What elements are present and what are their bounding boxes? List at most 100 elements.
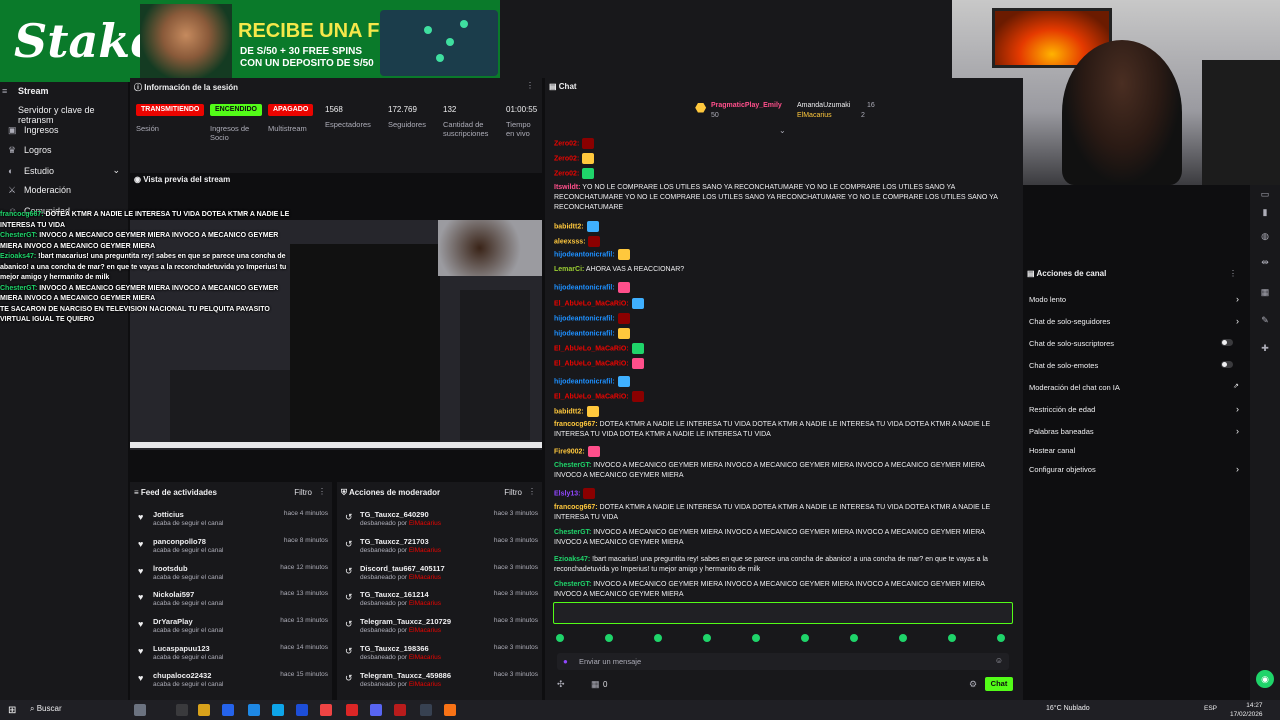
- bookmark-icon[interactable]: ▮: [1259, 207, 1271, 219]
- chat-username[interactable]: hijodeantonicrafil:: [554, 378, 615, 385]
- nav-item-income[interactable]: ▣ Ingresos: [8, 125, 59, 135]
- chat-username[interactable]: babidtt2:: [554, 408, 584, 415]
- chat-message[interactable]: El_AbUeLo_MaCaRiO:: [554, 391, 1009, 402]
- channel-action-item[interactable]: Palabras baneadas ›: [1029, 426, 1239, 436]
- chat-bubble-icon[interactable]: ◍: [1259, 231, 1271, 243]
- chat-username[interactable]: babidtt2:: [554, 223, 584, 230]
- toggle-switch[interactable]: [1221, 361, 1233, 368]
- mod-action-row[interactable]: ↺ TG_Tauxcz_721703 desbaneado por ElMacari…: [337, 537, 542, 563]
- chat-message[interactable]: ChesterGT: INVOCO A MECANICO GEYMER MIER…: [554, 528, 1009, 548]
- channel-action-item[interactable]: Chat de solo-emotes: [1029, 361, 1239, 370]
- chat-username[interactable]: Ezioaks47:: [554, 556, 590, 563]
- activity-row[interactable]: ♥ panconpollo78 acaba de seguir el canal ha…: [130, 537, 332, 563]
- chat-username[interactable]: ChesterGT:: [554, 581, 591, 588]
- mod-target-user[interactable]: TG_Tauxcz_161214: [360, 590, 429, 599]
- channel-action-item[interactable]: Restricción de edad ›: [1029, 404, 1239, 414]
- chat-username[interactable]: El_AbUeLo_MaCaRiO:: [554, 345, 629, 352]
- dock-icon-1[interactable]: ▭: [1259, 189, 1271, 201]
- nav-item-achievements[interactable]: ♛ Logros: [8, 145, 52, 155]
- wrench-icon[interactable]: ✎: [1259, 315, 1271, 327]
- mod-action-row[interactable]: ↺ Telegram_Tauxcz_210729 desbaneado por El…: [337, 617, 542, 643]
- leader-3-name[interactable]: ElMacarius: [797, 112, 832, 119]
- chat-message[interactable]: ChesterGT: INVOCO A MECANICO GEYMER MIER…: [554, 461, 1009, 481]
- activity-row[interactable]: ♥ Nickolai597 acaba de seguir el canal hace…: [130, 590, 332, 616]
- chat-message[interactable]: Itswildt: YO NO LE COMPRARE LOS UTILES S…: [554, 183, 1009, 213]
- mod-action-by[interactable]: ElMacarius: [409, 600, 441, 607]
- chat-message[interactable]: Ezioaks47: !bart macarius! una preguntit…: [554, 555, 1009, 575]
- chat-username[interactable]: Fire9002:: [554, 448, 585, 455]
- windows-start-icon[interactable]: ⊞: [8, 705, 16, 716]
- more-options-icon[interactable]: ⋮: [318, 487, 326, 496]
- emote-shortcut[interactable]: [556, 634, 564, 642]
- chat-message[interactable]: hijodeantonicrafil:: [554, 282, 1009, 293]
- emote-shortcut[interactable]: [899, 634, 907, 642]
- mod-action-row[interactable]: ↺ TG_Tauxcz_198366 desbaneado por ElMacari…: [337, 644, 542, 670]
- emote-shortcut[interactable]: [801, 634, 809, 642]
- emote-shortcut[interactable]: [654, 634, 662, 642]
- stake-ad-banner[interactable]: Stake RECIBE UNA FREEBET DE S/50 + 30 FR…: [0, 0, 500, 82]
- emote-shortcut[interactable]: [703, 634, 711, 642]
- activity-user[interactable]: Lucaspapuu123: [153, 644, 210, 653]
- chat-username[interactable]: aleexsss:: [554, 238, 586, 245]
- mod-action-by[interactable]: ElMacarius: [409, 520, 441, 527]
- help-chat-icon[interactable]: ◉: [1256, 670, 1274, 688]
- channel-action-item[interactable]: Moderación del chat con IA ⇗: [1029, 383, 1239, 392]
- taskbar-app-mail[interactable]: [296, 704, 308, 716]
- chat-message[interactable]: francocg667: DOTEA KTMR A NADIE LE INTER…: [554, 503, 1009, 523]
- chat-username[interactable]: hijodeantonicrafil:: [554, 330, 615, 337]
- nav-item-studio[interactable]: ◐ Estudio ⌄: [8, 165, 120, 176]
- mod-target-user[interactable]: Discord_tau667_405117: [360, 564, 445, 573]
- chat-message[interactable]: Fire9002:: [554, 446, 1009, 457]
- chat-username[interactable]: francocg667:: [554, 421, 598, 428]
- emote-shortcut[interactable]: [605, 634, 613, 642]
- emote-shortcut[interactable]: [997, 634, 1005, 642]
- mod-target-user[interactable]: TG_Tauxcz_640290: [360, 510, 429, 519]
- mod-action-row[interactable]: ↺ TG_Tauxcz_161214 desbaneado por ElMacari…: [337, 590, 542, 616]
- taskbar-app-widget[interactable]: [134, 704, 146, 716]
- channel-action-item[interactable]: Configurar objetivos ›: [1029, 464, 1239, 474]
- chat-message[interactable]: ChesterGT: INVOCO A MECANICO GEYMER MIER…: [554, 580, 1009, 600]
- settings-gear-icon[interactable]: ⚙: [969, 679, 977, 690]
- activity-filter-button[interactable]: Filtro: [294, 488, 312, 497]
- channel-action-item[interactable]: Modo lento ›: [1029, 294, 1239, 304]
- taskbar-app-obs[interactable]: [420, 704, 432, 716]
- chat-message[interactable]: aleexsss:: [554, 236, 1009, 247]
- mod-action-by[interactable]: ElMacarius: [409, 654, 441, 661]
- chat-message[interactable]: Zero02:: [554, 168, 1009, 179]
- activity-row[interactable]: ♥ DrYaraPlay acaba de seguir el canal hace …: [130, 617, 332, 643]
- smiley-icon[interactable]: ☺: [995, 656, 1003, 665]
- more-options-icon[interactable]: ⋮: [526, 81, 534, 90]
- activity-user[interactable]: Nickolai597: [153, 590, 194, 599]
- mod-action-by[interactable]: ElMacarius: [409, 574, 441, 581]
- activity-user[interactable]: panconpollo78: [153, 537, 206, 546]
- activity-row[interactable]: ♥ lrootsdub acaba de seguir el canal hace 1…: [130, 564, 332, 590]
- mod-action-row[interactable]: ↺ Telegram_Tauxcz_459886 desbaneado por El…: [337, 671, 542, 697]
- emote-shortcut[interactable]: [752, 634, 760, 642]
- nav-item-server-key[interactable]: Servidor y clave de retransm: [18, 105, 128, 125]
- chat-username[interactable]: ChesterGT:: [554, 529, 591, 536]
- chat-message[interactable]: hijodeantonicrafil:: [554, 249, 1009, 260]
- chat-message[interactable]: hijodeantonicrafil:: [554, 328, 1009, 339]
- taskbar-app-recorder[interactable]: [394, 704, 406, 716]
- activity-user[interactable]: Jotticius: [153, 510, 184, 519]
- chat-username[interactable]: ChesterGT:: [554, 462, 591, 469]
- activity-row[interactable]: ♥ chupaloco22432 acaba de seguir el canal h…: [130, 671, 332, 697]
- nav-item-moderation[interactable]: ⚔ Moderación: [8, 185, 71, 195]
- weather-widget[interactable]: 16°C Nublado: [1046, 705, 1090, 712]
- activity-row[interactable]: ♥ Lucaspapuu123 acaba de seguir el canal ha…: [130, 644, 332, 670]
- nav-item-stream[interactable]: ≡ Stream: [2, 86, 49, 96]
- chat-username[interactable]: hijodeantonicrafil:: [554, 251, 615, 258]
- points-icon[interactable]: ✣: [557, 679, 565, 690]
- chat-username[interactable]: El_AbUeLo_MaCaRiO:: [554, 360, 629, 367]
- activity-user[interactable]: DrYaraPlay: [153, 617, 193, 626]
- lang-indicator[interactable]: ESP: [1204, 705, 1217, 712]
- mod-action-by[interactable]: ElMacarius: [409, 547, 441, 554]
- channel-action-item[interactable]: Chat de solo-suscriptores: [1029, 339, 1239, 348]
- chat-message[interactable]: El_AbUeLo_MaCaRiO:: [554, 343, 1009, 354]
- activity-user[interactable]: chupaloco22432: [153, 671, 211, 680]
- chevron-down-icon[interactable]: ⌄: [779, 126, 786, 135]
- activity-row[interactable]: ♥ Jotticius acaba de seguir el canal hace 4…: [130, 510, 332, 536]
- mod-action-by[interactable]: ElMacarius: [409, 681, 441, 688]
- mod-action-row[interactable]: ↺ TG_Tauxcz_640290 desbaneado por ElMacari…: [337, 510, 542, 536]
- emote-bar[interactable]: [555, 634, 1015, 646]
